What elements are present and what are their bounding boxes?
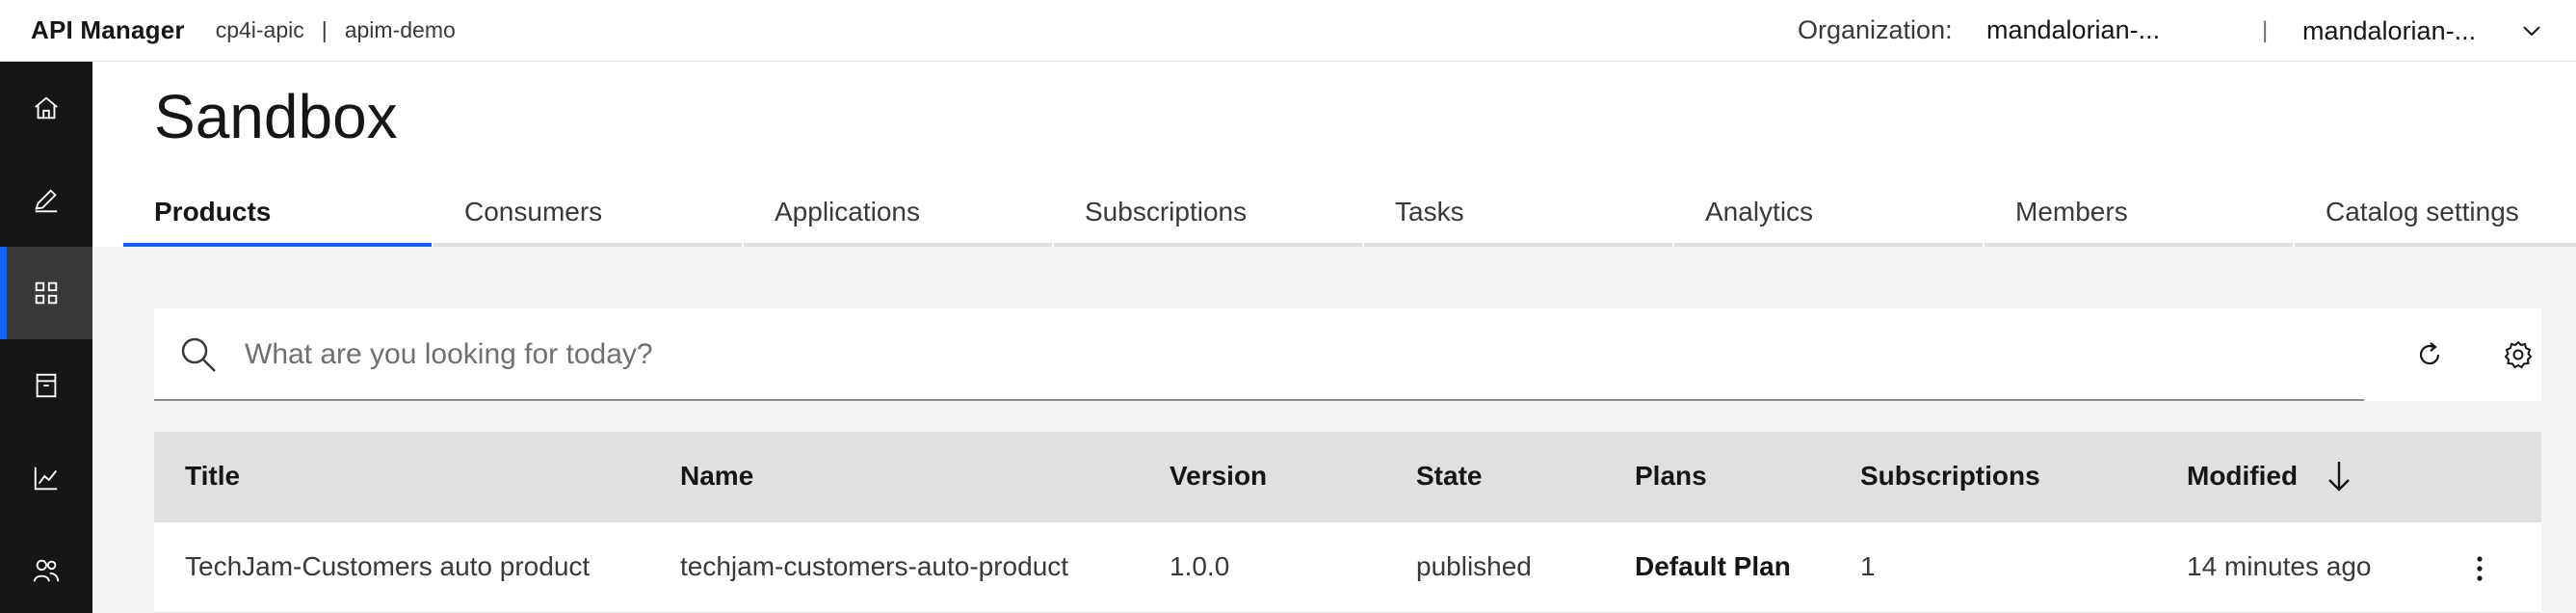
table-row[interactable]: TechJam-Customers auto product techjam-c… [154,522,2541,613]
edit-icon [35,189,58,213]
tab-label: Products [154,197,272,227]
tab-analytics[interactable]: Analytics [1674,183,1983,247]
tab-label: Analytics [1705,197,1814,227]
cell-name: techjam-customers-auto-product [680,551,1069,581]
user-menu-label: mandalorian-... [2302,15,2477,45]
table-toolbar [154,308,2541,401]
tab-label: Applications [775,197,920,227]
column-header-subscriptions[interactable]: Subscriptions [1860,461,2040,492]
rail-item-develop[interactable] [0,154,92,247]
table-header-row: Title Name Version State Plans Subscript… [154,432,2541,522]
chevron-down-icon [2523,26,2540,37]
rail-item-home[interactable] [0,62,92,154]
tab-subscriptions[interactable]: Subscriptions [1054,183,1362,247]
cell-title: TechJam-Customers auto product [185,551,591,581]
search-icon [181,337,216,372]
org-label: Organization: [1798,15,1953,44]
tab-products[interactable]: Products [123,183,432,247]
column-header-modified[interactable]: Modified [2187,461,2298,492]
table-settings-button[interactable] [2491,328,2545,382]
overflow-menu-vertical-icon [2477,556,2483,581]
search-input[interactable] [245,328,2326,382]
tab-label: Consumers [464,197,603,227]
sort-descending-icon[interactable] [2324,459,2354,493]
column-header-state[interactable]: State [1416,461,1482,492]
cell-version: 1.0.0 [1170,551,1230,581]
archive-icon [36,373,57,398]
cell-modified: 14 minutes ago [2187,551,2372,581]
tab-members[interactable]: Members [1985,183,2293,247]
tab-consumers[interactable]: Consumers [434,183,742,247]
user-menu[interactable]: mandalorian-... [2302,0,2553,62]
column-header-name[interactable]: Name [680,461,753,492]
org-selector[interactable]: mandalorian-... [1986,15,2160,45]
tab-tasks[interactable]: Tasks [1364,183,1672,247]
search-box [154,308,2364,401]
refresh-icon [2419,342,2440,365]
page-title: Sandbox [154,82,398,151]
tab-label: Catalog settings [2326,197,2519,227]
breadcrumb-instance[interactable]: cp4i-apic [216,17,304,43]
row-overflow-menu-button[interactable] [2457,546,2503,592]
app-name[interactable]: API Manager [31,15,185,45]
refresh-button[interactable] [2403,328,2457,382]
tab-label: Members [2015,197,2128,227]
breadcrumb-separator: | [321,17,328,42]
rail-item-manage[interactable] [0,247,92,339]
apps-grid-icon [35,281,58,305]
cell-plans[interactable]: Default Plan [1635,551,1791,582]
cell-state: published [1416,551,1532,581]
column-header-title[interactable]: Title [185,461,240,492]
settings-icon [2504,340,2533,369]
breadcrumb-catalog[interactable]: apim-demo [345,17,456,43]
user-group-icon [33,559,60,582]
tab-applications[interactable]: Applications [744,183,1052,247]
column-header-version[interactable]: Version [1170,461,1267,492]
rail-item-resources[interactable] [0,339,92,432]
chart-line-icon [34,466,58,491]
tab-label: Tasks [1395,197,1464,227]
cell-subscriptions: 1 [1860,551,1876,581]
tab-label: Subscriptions [1085,197,1248,227]
catalog-tabs: Products Consumers Applications Subscrip… [123,183,2576,247]
products-table: Title Name Version State Plans Subscript… [154,432,2541,613]
top-header: API Manager cp4i-apic | apim-demo Organi… [0,0,2576,62]
left-nav-rail [0,62,92,613]
header-separator: | [2262,17,2269,43]
column-header-plans[interactable]: Plans [1635,461,1707,492]
rail-item-analytics[interactable] [0,432,92,524]
rail-item-members[interactable] [0,524,92,613]
home-icon [35,96,58,120]
tab-catalog-settings[interactable]: Catalog settings [2295,183,2576,247]
